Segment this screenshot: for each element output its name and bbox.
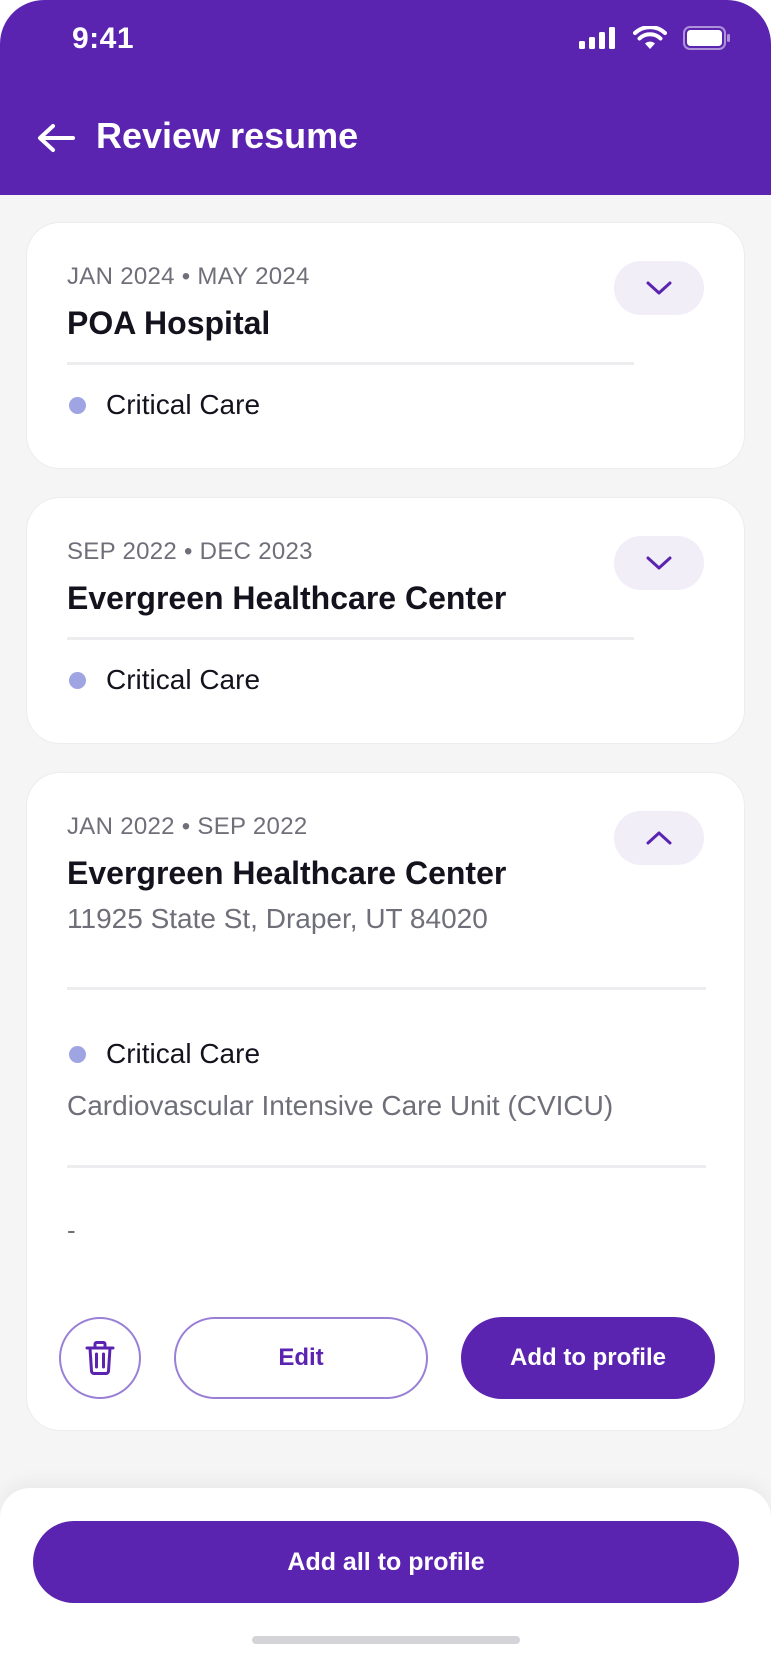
experience-card: SEP 2022 • DEC 2023 Evergreen Healthcare…: [26, 497, 745, 744]
notes-text: -: [67, 1215, 76, 1245]
date-range: JAN 2024 • MAY 2024: [67, 263, 310, 290]
add-all-to-profile-button[interactable]: Add all to profile: [33, 1521, 739, 1603]
chevron-down-icon: [646, 556, 672, 570]
unit-name: Cardiovascular Intensive Care Unit (CVIC…: [67, 1090, 614, 1121]
specialty: Critical Care: [67, 664, 260, 696]
bottom-action-bar: Add all to profile: [0, 1488, 771, 1669]
home-indicator: [252, 1636, 520, 1644]
divider: [67, 637, 634, 640]
add-to-profile-button[interactable]: Add to profile: [461, 1317, 715, 1399]
chevron-up-icon: [646, 831, 672, 845]
collapse-toggle-button[interactable]: [614, 811, 704, 865]
trash-icon: [85, 1341, 115, 1375]
page-title: Review resume: [96, 115, 359, 156]
battery-icon: [683, 26, 730, 50]
divider: [67, 362, 634, 365]
back-button[interactable]: [36, 118, 76, 158]
specialty-dot: [69, 1045, 86, 1063]
delete-button[interactable]: [59, 1317, 141, 1399]
specialty: Critical Care: [67, 1038, 260, 1070]
specialty-dot: [69, 671, 86, 689]
wifi-icon: [633, 26, 667, 49]
divider: [67, 1165, 706, 1168]
employer-name: Evergreen Healthcare Center: [67, 580, 507, 616]
screen: 9:41 Review resume JAN 2024 • MAY 2024 P…: [0, 0, 771, 1669]
experience-card: JAN 2024 • MAY 2024 POA Hospital Critica…: [26, 222, 745, 469]
edit-button[interactable]: Edit: [174, 1317, 428, 1399]
employer-name: POA Hospital: [67, 305, 271, 341]
experience-card-expanded: JAN 2022 • SEP 2022 Evergreen Healthcare…: [26, 772, 745, 1431]
specialty-dot: [69, 396, 86, 414]
date-range: SEP 2022 • DEC 2023: [67, 538, 313, 565]
specialty-label: Critical Care: [106, 664, 261, 695]
date-range: JAN 2022 • SEP 2022: [67, 813, 308, 840]
chevron-down-icon: [646, 281, 672, 295]
divider: [67, 987, 706, 990]
expand-toggle-button[interactable]: [614, 536, 704, 590]
arrow-left-icon: [38, 124, 75, 152]
status-icons: [579, 26, 731, 50]
specialty-label: Critical Care: [106, 389, 261, 420]
status-time: 9:41: [72, 22, 135, 55]
expand-toggle-button[interactable]: [614, 261, 704, 315]
app-header: 9:41 Review resume: [0, 0, 771, 195]
cellular-signal-icon: [579, 27, 615, 49]
employer-name: Evergreen Healthcare Center: [67, 855, 507, 891]
specialty: Critical Care: [67, 389, 260, 421]
employer-address: 11925 State St, Draper, UT 84020: [67, 903, 488, 934]
specialty-label: Critical Care: [106, 1038, 261, 1069]
